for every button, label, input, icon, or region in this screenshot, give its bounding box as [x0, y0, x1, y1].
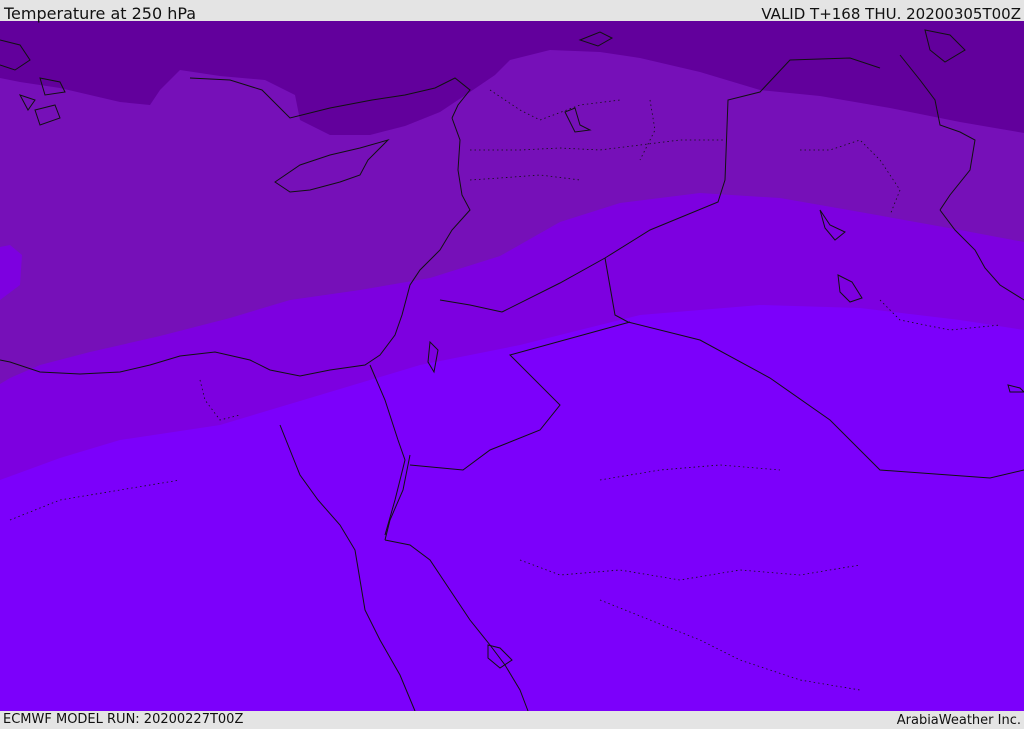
model-run-label: ECMWF MODEL RUN: 20200227T00Z	[3, 712, 244, 727]
credit-label: ArabiaWeather Inc.	[896, 713, 1021, 728]
footer-bar: ECMWF MODEL RUN: 20200227T00Z ArabiaWeat…	[0, 711, 1024, 729]
weather-map-page: Temperature at 250 hPa VALID T+168 THU. …	[0, 0, 1024, 729]
header-bar: Temperature at 250 hPa VALID T+168 THU. …	[0, 0, 1024, 23]
map-title: Temperature at 250 hPa	[4, 4, 197, 23]
temperature-map	[0, 21, 1024, 712]
valid-time: VALID T+168 THU. 20200305T00Z	[761, 5, 1021, 23]
